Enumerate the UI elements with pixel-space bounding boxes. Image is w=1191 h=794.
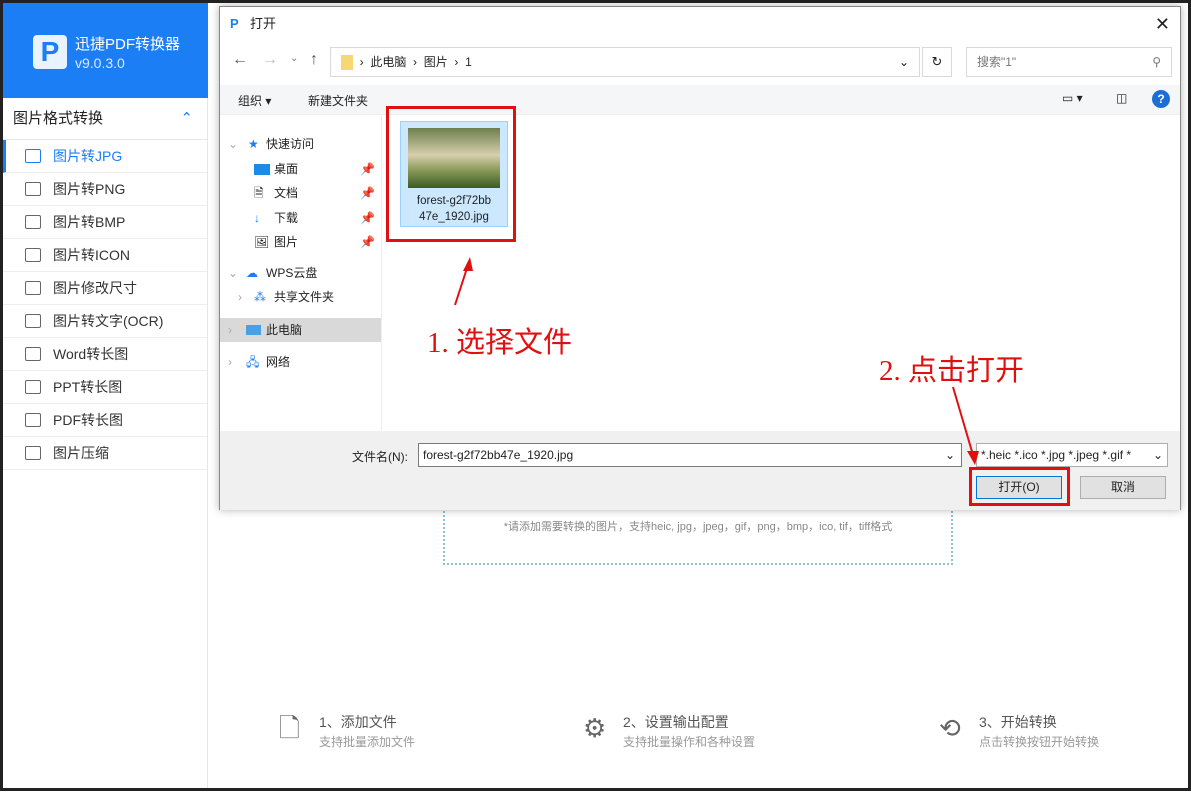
arrow-to-open bbox=[953, 387, 973, 455]
arrowhead bbox=[967, 451, 979, 465]
annotation-step2: 2. 点击打开 bbox=[879, 347, 1024, 389]
annotation-arrows bbox=[3, 3, 1191, 794]
arrowhead bbox=[463, 257, 473, 271]
annotation-step1: 1. 选择文件 bbox=[427, 319, 572, 361]
